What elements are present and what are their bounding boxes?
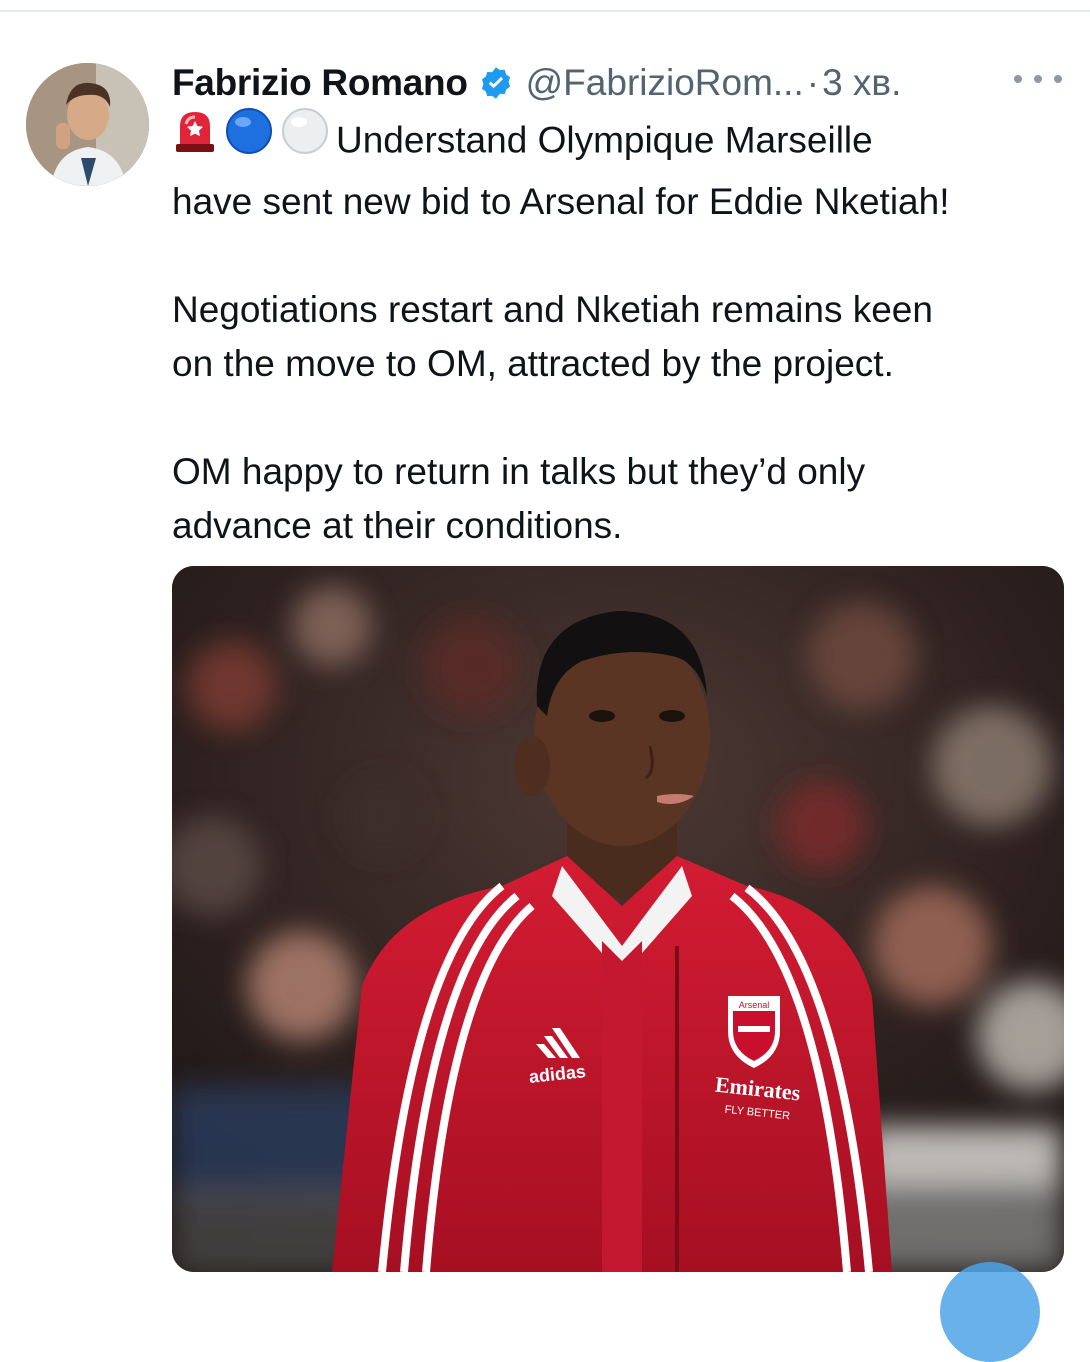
- blue-circle-emoji-icon: [224, 106, 274, 171]
- verified-badge-icon: [478, 65, 514, 101]
- more-dot: [1034, 75, 1042, 83]
- author-avatar[interactable]: [26, 63, 149, 186]
- author-display-name[interactable]: Fabrizio Romano: [172, 62, 468, 104]
- more-dot: [1054, 75, 1062, 83]
- top-divider: [0, 10, 1090, 12]
- tweet-line-1-text: Understand Olympique Marseille: [336, 119, 873, 161]
- more-dot: [1014, 75, 1022, 83]
- rotating-light-emoji-icon: [172, 108, 218, 169]
- tweet-line-3: Negotiations restart and Nketiah remains…: [172, 289, 933, 330]
- tweet-line-2: have sent new bid to Arsenal for Eddie N…: [172, 181, 950, 222]
- tweet-media-image[interactable]: Arsenal adidas Emirates FLY BETTER: [172, 566, 1064, 1272]
- crest-text: Arsenal: [739, 1000, 770, 1010]
- tweet-line-6: advance at their conditions.: [172, 505, 623, 546]
- tweet-timestamp[interactable]: 3 хв.: [822, 62, 901, 104]
- author-handle[interactable]: @FabrizioRom...: [526, 62, 804, 104]
- header-separator: ·: [806, 62, 820, 103]
- tweet-line-4: on the move to OM, attracted by the proj…: [172, 343, 894, 384]
- more-options-icon[interactable]: [1014, 64, 1062, 94]
- white-circle-emoji-icon: [280, 106, 330, 171]
- tweet-line-5: OM happy to return in talks but they’d o…: [172, 451, 866, 492]
- compose-button-peek[interactable]: [940, 1262, 1040, 1362]
- tweet-line-1: Understand Olympique Marseille: [172, 108, 1072, 175]
- tweet-text: Understand Olympique Marseille have sent…: [172, 108, 1072, 553]
- tweet-header: Fabrizio Romano @FabrizioRom... · 3 хв.: [172, 54, 992, 112]
